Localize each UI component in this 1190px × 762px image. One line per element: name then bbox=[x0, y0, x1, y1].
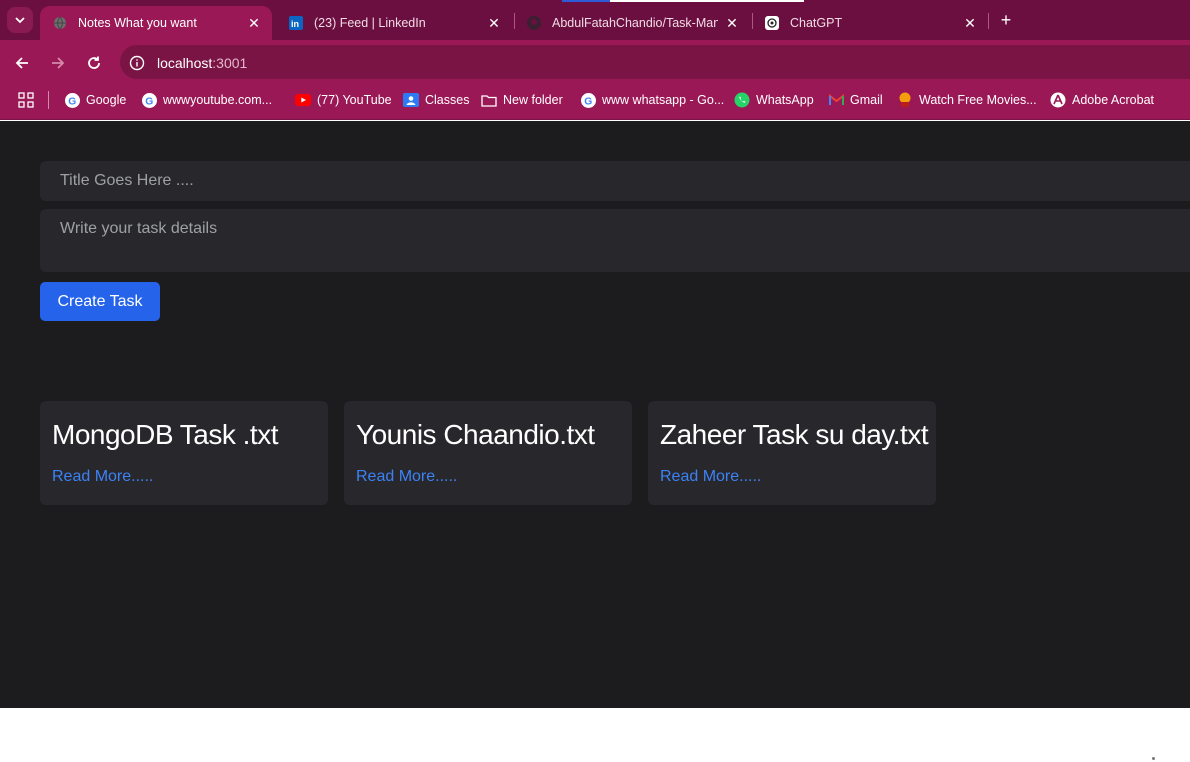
apps-grid-icon bbox=[18, 92, 34, 108]
reload-button[interactable] bbox=[83, 52, 105, 74]
chevron-down-icon bbox=[15, 17, 25, 24]
globe-icon bbox=[52, 15, 68, 31]
loading-indicator bbox=[562, 0, 804, 2]
svg-text:G: G bbox=[68, 96, 76, 107]
task-card: MongoDB Task .txt Read More..... bbox=[40, 401, 328, 505]
read-more-link[interactable]: Read More..... bbox=[660, 468, 761, 486]
linkedin-icon: in bbox=[288, 15, 304, 31]
url-port: :3001 bbox=[212, 55, 248, 71]
close-icon[interactable]: ✕ bbox=[962, 15, 978, 31]
tab-github[interactable]: AbdulFatahChandio/Task-Mana ✕ bbox=[514, 6, 750, 40]
bookmarks-divider bbox=[48, 91, 49, 109]
url-text[interactable]: localhost:3001 bbox=[157, 55, 247, 71]
bookmark-label: WhatsApp bbox=[756, 93, 814, 107]
youtube-icon bbox=[295, 92, 311, 108]
details-textarea[interactable]: Write your task details bbox=[40, 209, 1190, 272]
tab-title: AbdulFatahChandio/Task-Mana bbox=[552, 16, 718, 30]
bookmark-label: wwwyoutube.com... bbox=[163, 93, 273, 107]
read-more-link[interactable]: Read More..... bbox=[52, 468, 153, 486]
details-placeholder: Write your task details bbox=[60, 220, 218, 237]
tab-search-button[interactable] bbox=[7, 7, 33, 33]
movies-icon bbox=[897, 92, 913, 108]
svg-text:G: G bbox=[584, 96, 592, 107]
bookmark-youtube-search[interactable]: G wwwyoutube.com... bbox=[141, 91, 272, 109]
bookmark-adobe-acrobat[interactable]: Adobe Acrobat bbox=[1050, 91, 1154, 109]
folder-icon bbox=[481, 92, 497, 108]
arrow-right-icon bbox=[52, 57, 65, 69]
close-icon[interactable]: ✕ bbox=[724, 15, 740, 31]
bookmark-label: Watch Free Movies... bbox=[919, 93, 1037, 107]
bookmark-label: Adobe Acrobat bbox=[1072, 93, 1155, 107]
task-card: Younis Chaandio.txt Read More..... bbox=[344, 401, 632, 505]
bookmark-youtube[interactable]: (77) YouTube bbox=[295, 91, 392, 109]
gmail-icon bbox=[828, 92, 844, 108]
google-icon: G bbox=[64, 92, 80, 108]
bookmark-label: Google bbox=[86, 93, 127, 107]
bookmark-classes[interactable]: Classes bbox=[403, 91, 469, 109]
task-title: MongoDB Task .txt bbox=[52, 419, 278, 450]
title-placeholder: Title Goes Here .... bbox=[60, 172, 194, 189]
plus-icon: + bbox=[1000, 9, 1012, 30]
new-tab-button[interactable]: + bbox=[996, 10, 1016, 30]
bookmark-google[interactable]: G Google bbox=[64, 91, 126, 109]
bookmark-new-folder[interactable]: New folder bbox=[481, 91, 563, 109]
bookmark-label: New folder bbox=[503, 93, 563, 107]
tab-linkedin[interactable]: in (23) Feed | LinkedIn ✕ bbox=[276, 6, 512, 40]
classroom-icon bbox=[403, 92, 419, 108]
forward-button[interactable] bbox=[47, 52, 69, 74]
reload-icon bbox=[88, 56, 100, 69]
google-icon: G bbox=[580, 92, 596, 108]
read-more-link[interactable]: Read More..... bbox=[356, 468, 457, 486]
tab-title: (23) Feed | LinkedIn bbox=[314, 16, 426, 30]
tab-chatgpt[interactable]: ChatGPT ✕ bbox=[752, 6, 988, 40]
bookmark-label: www whatsapp - Go... bbox=[602, 93, 725, 107]
bookmark-label: Gmail bbox=[850, 93, 883, 107]
back-button[interactable] bbox=[11, 52, 33, 74]
google-icon: G bbox=[141, 92, 157, 108]
bookmark-whatsapp[interactable]: WhatsApp bbox=[734, 91, 814, 109]
bookmark-label: (77) YouTube bbox=[317, 93, 392, 107]
close-icon[interactable]: ✕ bbox=[486, 15, 502, 31]
cursor-dot bbox=[1152, 757, 1155, 760]
title-input[interactable]: Title Goes Here .... bbox=[40, 161, 1190, 201]
apps-button[interactable] bbox=[15, 89, 37, 111]
svg-text:G: G bbox=[145, 96, 153, 107]
url-host: localhost bbox=[157, 55, 213, 71]
bookmark-label: Classes bbox=[425, 93, 470, 107]
whatsapp-icon bbox=[734, 92, 750, 108]
chatgpt-icon bbox=[764, 15, 780, 31]
task-title: Younis Chaandio.txt bbox=[356, 419, 595, 450]
tab-title: Notes What you want bbox=[78, 16, 197, 30]
task-title: Zaheer Task su day.txt bbox=[660, 419, 929, 450]
tab-separator bbox=[988, 13, 989, 29]
bookmark-whatsapp-search[interactable]: G www whatsapp - Go... bbox=[580, 91, 724, 109]
tab-notes[interactable]: Notes What you want ✕ bbox=[40, 6, 272, 40]
create-task-button[interactable]: Create Task bbox=[40, 282, 160, 321]
acrobat-icon bbox=[1050, 92, 1066, 108]
create-task-label: Create Task bbox=[57, 292, 143, 310]
svg-text:in: in bbox=[291, 19, 299, 29]
bookmark-movies[interactable]: Watch Free Movies... bbox=[897, 91, 1037, 109]
arrow-left-icon bbox=[15, 57, 28, 69]
tab-title: ChatGPT bbox=[790, 16, 843, 30]
site-info-icon[interactable] bbox=[127, 53, 147, 73]
close-icon[interactable]: ✕ bbox=[246, 15, 262, 31]
bookmark-gmail[interactable]: Gmail bbox=[828, 91, 883, 109]
task-card: Zaheer Task su day.txt Read More..... bbox=[648, 401, 936, 505]
address-bar[interactable] bbox=[120, 45, 1190, 79]
github-icon bbox=[526, 15, 542, 31]
